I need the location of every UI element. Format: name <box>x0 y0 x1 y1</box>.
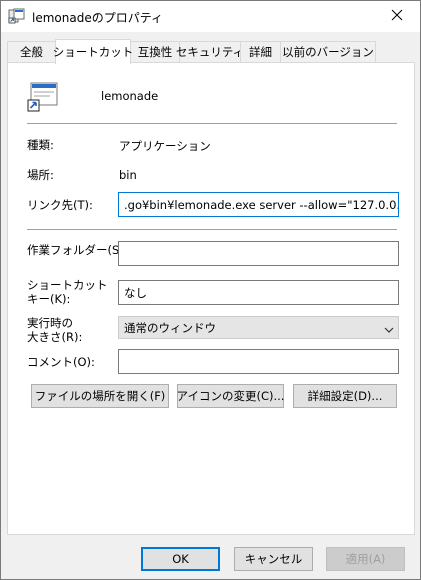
tab-details[interactable]: 詳細 <box>240 41 281 62</box>
shortcut-name: lemonade <box>101 89 159 103</box>
tab-security[interactable]: セキュリティ <box>176 41 244 62</box>
apply-button[interactable]: 適用(A) <box>326 547 405 571</box>
divider <box>27 229 397 230</box>
run-size-select[interactable]: 通常のウィンドウ <box>118 316 399 339</box>
change-icon-button[interactable]: アイコンの変更(C)... <box>177 384 284 408</box>
type-label: 種類: <box>27 138 54 152</box>
close-icon <box>391 9 403 24</box>
close-button[interactable] <box>374 1 420 32</box>
divider <box>27 123 397 124</box>
ok-button[interactable]: OK <box>141 547 220 571</box>
comment-label: コメント(O): <box>27 355 95 369</box>
title-bar[interactable]: lemonadeのプロパティ <box>1 1 420 32</box>
run-size-value: 通常のウィンドウ <box>124 320 216 335</box>
chevron-down-icon <box>384 323 394 337</box>
tab-previous-versions[interactable]: 以前のバージョン <box>280 41 376 62</box>
start-in-label: 作業フォルダー(S): <box>27 243 128 257</box>
tab-general[interactable]: 全般 <box>7 41 56 62</box>
shortcut-tab-panel: lemonade 種類: アプリケーション 場所: bin リンク先(T): .… <box>7 62 415 535</box>
comment-field[interactable] <box>118 349 399 374</box>
properties-dialog: lemonadeのプロパティ 全般 ショートカット 互換性 セキュリティ 詳細 … <box>0 0 421 580</box>
start-in-field[interactable] <box>118 241 399 266</box>
target-label: リンク先(T): <box>27 198 93 212</box>
location-label: 場所: <box>27 168 54 182</box>
open-file-location-button[interactable]: ファイルの場所を開く(F) <box>31 384 169 408</box>
window-title: lemonadeのプロパティ <box>32 11 163 25</box>
run-label-line2: 大きさ(R): <box>27 330 83 344</box>
hotkey-label-line2: キー(K): <box>27 292 71 306</box>
type-value: アプリケーション <box>119 139 211 153</box>
tab-shortcut[interactable]: ショートカット <box>53 39 133 64</box>
tab-strip: 全般 ショートカット 互換性 セキュリティ 詳細 以前のバージョン <box>7 39 415 64</box>
target-field[interactable]: .go¥bin¥lemonade.exe server --allow="127… <box>118 192 399 217</box>
hotkey-label-line1: ショートカット <box>27 278 108 292</box>
application-icon <box>27 81 61 113</box>
hotkey-field[interactable]: なし <box>118 280 399 305</box>
tab-compatibility[interactable]: 互換性 <box>130 41 180 62</box>
advanced-button[interactable]: 詳細設定(D)... <box>293 384 397 408</box>
cancel-button[interactable]: キャンセル <box>234 547 313 571</box>
shortcut-properties-icon <box>8 8 25 24</box>
run-label-line1: 実行時の <box>27 316 73 330</box>
location-value: bin <box>119 168 137 182</box>
